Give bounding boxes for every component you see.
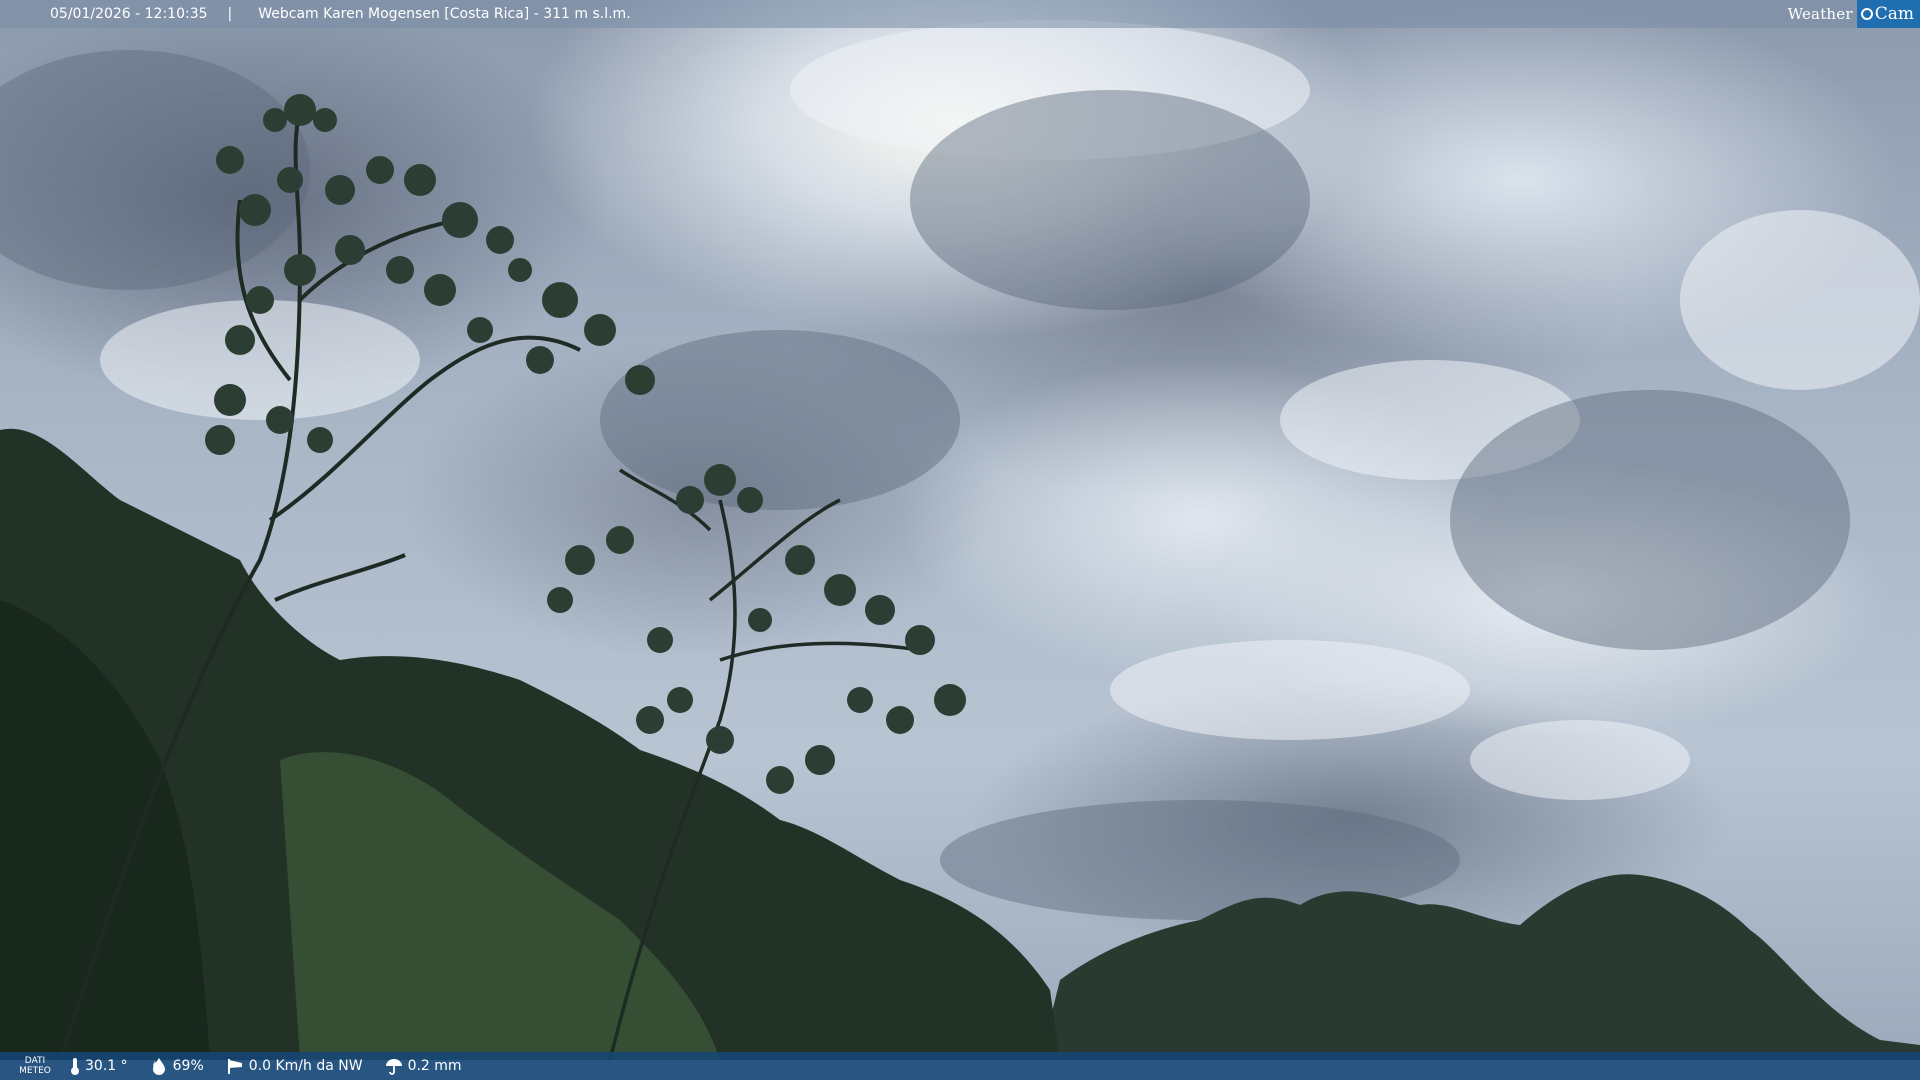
- separator: |: [227, 6, 233, 22]
- humidity-stat: 69%: [150, 1057, 204, 1075]
- weather-label: DATI METEO: [0, 1056, 70, 1076]
- temperature-value: 30.1 °: [85, 1058, 128, 1074]
- logo-dot-icon: [1860, 8, 1873, 20]
- weathercam-logo: Weather Cam: [1788, 0, 1920, 28]
- rain-stat: 0.2 mm: [385, 1057, 462, 1075]
- weather-data-bar: DATI METEO 30.1 ° 69% 0.0 Km/h da NW 0.2…: [0, 1052, 1920, 1080]
- webcam-location: Webcam Karen Mogensen [Costa Rica] - 311…: [258, 6, 631, 22]
- rain-umbrella-icon: [385, 1059, 402, 1075]
- wind-value: 0.0 Km/h da NW: [248, 1058, 363, 1074]
- weather-label-line2: METEO: [19, 1066, 51, 1076]
- webcam-info-bar: 05/01/2026 - 12:10:35 | Webcam Karen Mog…: [0, 0, 1920, 28]
- temperature-stat: 30.1 °: [70, 1057, 128, 1075]
- logo-cam-box: Cam: [1856, 0, 1920, 28]
- thermometer-icon: [71, 1058, 79, 1075]
- webcam-frame: 05/01/2026 - 12:10:35 | Webcam Karen Mog…: [0, 0, 1920, 1080]
- humidity-drop-icon: [152, 1058, 165, 1075]
- logo-word: Weather: [1787, 5, 1853, 23]
- rain-value: 0.2 mm: [407, 1058, 462, 1074]
- capture-datetime: 05/01/2026 - 12:10:35: [50, 6, 208, 22]
- wind-stat: 0.0 Km/h da NW: [226, 1057, 363, 1075]
- wind-sock-icon: [227, 1059, 242, 1074]
- tree-landscape: [0, 20, 1920, 1061]
- humidity-value: 69%: [172, 1058, 204, 1074]
- logo-cam: Cam: [1874, 4, 1914, 24]
- weather-label-line1: DATI: [24, 1056, 46, 1066]
